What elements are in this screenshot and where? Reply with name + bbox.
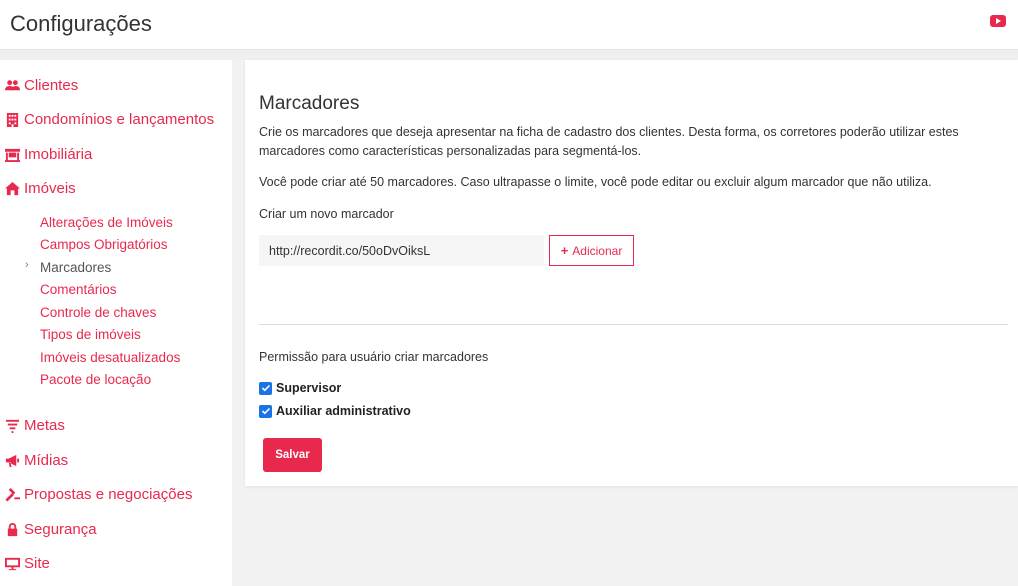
gavel-icon bbox=[4, 486, 20, 502]
sidebar-item-condominios[interactable]: Condomínios e lançamentos bbox=[4, 107, 214, 131]
filter-icon bbox=[4, 417, 20, 433]
check-icon bbox=[261, 407, 270, 415]
checkbox-row-supervisor: Supervisor bbox=[259, 379, 341, 397]
sidebar-item-label: Propostas e negociações bbox=[24, 485, 193, 503]
users-icon bbox=[4, 77, 20, 93]
chevron-right-icon: › bbox=[25, 259, 29, 271]
section-divider bbox=[259, 324, 1008, 325]
sidebar-item-label: Clientes bbox=[24, 76, 79, 94]
subitem-comentarios[interactable]: Comentários bbox=[40, 280, 117, 300]
sidebar-item-label: Imobiliária bbox=[24, 145, 93, 163]
youtube-icon[interactable] bbox=[990, 15, 1006, 27]
sidebar-item-label: Mídias bbox=[24, 451, 69, 469]
limit-text: Você pode criar até 50 marcadores. Caso … bbox=[259, 175, 932, 189]
checkbox-label: Auxiliar administrativo bbox=[276, 404, 411, 418]
top-bar: Configurações bbox=[0, 0, 1018, 50]
sidebar-item-propostas[interactable]: Propostas e negociações bbox=[4, 482, 192, 506]
sidebar-item-clientes[interactable]: Clientes bbox=[4, 73, 78, 97]
plus-icon: + bbox=[560, 243, 569, 258]
auxiliar-checkbox[interactable] bbox=[259, 404, 272, 418]
section-title: Marcadores bbox=[259, 93, 360, 114]
megaphone-icon bbox=[4, 452, 20, 468]
sidebar-item-seguranca[interactable]: Segurança bbox=[4, 517, 97, 541]
sidebar: Clientes Condomínios e lançamentos Imobi… bbox=[0, 60, 232, 586]
monitor-icon bbox=[4, 555, 20, 571]
section-description: Crie os marcadores que deseja apresentar… bbox=[259, 125, 959, 158]
sidebar-item-imobiliaria[interactable]: Imobiliária bbox=[4, 142, 92, 166]
sidebar-item-site[interactable]: Site bbox=[4, 551, 50, 575]
new-marker-input[interactable] bbox=[259, 235, 544, 266]
add-button-label: Adicionar bbox=[572, 243, 623, 258]
checkbox-row-auxiliar: Auxiliar administrativo bbox=[259, 402, 411, 420]
home-icon bbox=[4, 180, 20, 196]
subitem-alteracoes-imoveis[interactable]: Alterações de Imóveis bbox=[40, 213, 173, 233]
subitem-marcadores[interactable]: Marcadores bbox=[40, 258, 111, 278]
subitem-imoveis-desatualizados[interactable]: Imóveis desatualizados bbox=[40, 348, 180, 368]
sidebar-item-label: Metas bbox=[24, 416, 65, 434]
sidebar-item-midias[interactable]: Mídias bbox=[4, 448, 68, 472]
sidebar-item-imoveis[interactable]: Imóveis bbox=[4, 176, 76, 200]
sidebar-item-label: Imóveis bbox=[24, 179, 76, 197]
check-icon bbox=[261, 384, 270, 392]
sidebar-item-label: Segurança bbox=[24, 520, 97, 538]
add-marker-button[interactable]: + Adicionar bbox=[549, 235, 634, 266]
header-divider bbox=[0, 50, 1018, 60]
save-button[interactable]: Salvar bbox=[263, 438, 322, 472]
sidebar-item-label: Site bbox=[24, 554, 50, 572]
building-icon bbox=[4, 111, 20, 127]
subitem-controle-chaves[interactable]: Controle de chaves bbox=[40, 303, 156, 323]
permission-label: Permissão para usuário criar marcadores bbox=[259, 350, 489, 364]
sidebar-item-metas[interactable]: Metas bbox=[4, 413, 65, 437]
lock-icon bbox=[4, 521, 20, 537]
subitem-pacote-locacao[interactable]: Pacote de locação bbox=[40, 370, 151, 390]
subitem-campos-obrigatorios[interactable]: Campos Obrigatórios bbox=[40, 235, 168, 255]
new-marker-label: Criar um novo marcador bbox=[259, 207, 394, 221]
sidebar-item-label: Condomínios e lançamentos bbox=[24, 110, 215, 128]
marcadores-card: Marcadores Crie os marcadores que deseja… bbox=[245, 60, 1018, 486]
supervisor-checkbox[interactable] bbox=[259, 381, 272, 395]
store-icon bbox=[4, 146, 20, 162]
checkbox-label: Supervisor bbox=[276, 381, 342, 395]
page-title: Configurações bbox=[10, 11, 152, 36]
subitem-tipos-imoveis[interactable]: Tipos de imóveis bbox=[40, 325, 141, 345]
